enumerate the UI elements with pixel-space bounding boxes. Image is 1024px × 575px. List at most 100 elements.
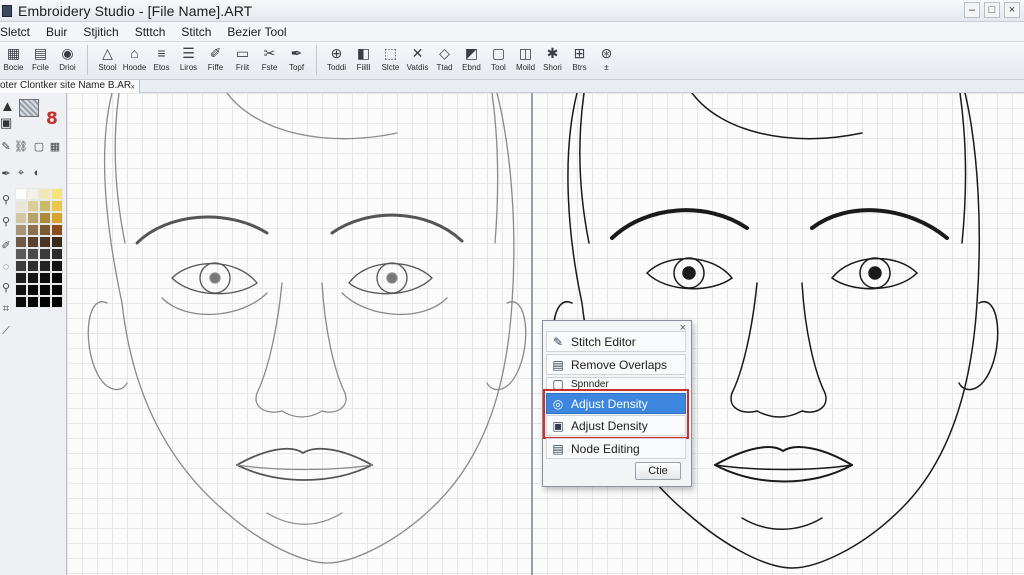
- toolbar-button-btrs[interactable]: ⊞ Btrs: [566, 45, 593, 79]
- palette-swatch[interactable]: [39, 224, 51, 236]
- close-button[interactable]: ×: [1004, 2, 1020, 18]
- palette-swatch[interactable]: [15, 260, 27, 272]
- palette-swatch[interactable]: [39, 296, 51, 308]
- palette-swatch[interactable]: [15, 212, 27, 224]
- palette-swatch[interactable]: [51, 224, 63, 236]
- toolbar-button-fcile[interactable]: ▤ Fcile: [27, 45, 54, 79]
- palette-swatch[interactable]: [27, 260, 39, 272]
- menu-bezier-tool[interactable]: Bezier Tool: [223, 25, 290, 39]
- toolbar-button-vatdis[interactable]: ✕ Vatdis: [404, 45, 431, 79]
- eyedropper-icon[interactable]: ⌖: [14, 167, 28, 180]
- palette-swatch[interactable]: [15, 248, 27, 260]
- menu-stitch-1[interactable]: Stjitich: [79, 25, 122, 39]
- toolbar-button-drioi[interactable]: ◉ Drioi: [54, 45, 81, 79]
- menu-select[interactable]: Sletct: [0, 25, 34, 39]
- color-picker-icon[interactable]: ◐: [30, 167, 44, 179]
- toolbar-button-fste[interactable]: ✂ Fste: [256, 45, 283, 79]
- pen-tool-icon[interactable]: ✒: [0, 167, 12, 180]
- menu-item-stitch-editor[interactable]: ✎ Stitch Editor: [546, 331, 686, 352]
- palette-swatch[interactable]: [39, 212, 51, 224]
- knife-icon[interactable]: ⟋: [0, 325, 12, 338]
- menu-item-adjust-density-selected[interactable]: ◎ Adjust Density: [546, 393, 686, 414]
- palette-swatch[interactable]: [27, 284, 39, 296]
- toolbar-button-slcte[interactable]: ⬚ Slcte: [377, 45, 404, 79]
- palette-swatch[interactable]: [27, 224, 39, 236]
- menu-stitch-2[interactable]: Stttch: [131, 25, 170, 39]
- palette-swatch[interactable]: [51, 200, 63, 212]
- toolbar-button-moild[interactable]: ◫ Moild: [512, 45, 539, 79]
- toolbar-button-liros[interactable]: ☰ Liros: [175, 45, 202, 79]
- palette-swatch[interactable]: [15, 200, 27, 212]
- minimize-button[interactable]: –: [964, 2, 980, 18]
- palette-swatch[interactable]: [39, 188, 51, 200]
- palette-swatch[interactable]: [15, 236, 27, 248]
- palette-swatch[interactable]: [39, 272, 51, 284]
- palette-swatch[interactable]: [15, 296, 27, 308]
- toolbar-button-tool[interactable]: ▢ Tool: [485, 45, 512, 79]
- palette-swatch[interactable]: [15, 224, 27, 236]
- toolbar-button-fiffe[interactable]: ✐ Fiffe: [202, 45, 229, 79]
- toolbar-button-label: ±: [604, 63, 609, 72]
- dialog-close-button[interactable]: Ctie: [635, 462, 681, 480]
- palette-swatch[interactable]: [39, 200, 51, 212]
- search-icon[interactable]: ⚲: [0, 281, 12, 294]
- magnify-icon[interactable]: ⚲: [0, 193, 12, 206]
- menu-item-remove-overlaps[interactable]: ▤ Remove Overlaps: [546, 354, 686, 375]
- layers-icon: ≡: [157, 45, 166, 61]
- toolbar-button-ttad[interactable]: ◇ Ttad: [431, 45, 458, 79]
- palette-swatch[interactable]: [15, 272, 27, 284]
- palette-swatch[interactable]: [51, 212, 63, 224]
- palette-swatch[interactable]: [39, 284, 51, 296]
- toolbar-button-label: Drioi: [59, 63, 76, 72]
- palette-swatch[interactable]: [39, 248, 51, 260]
- palette-swatch[interactable]: [27, 248, 39, 260]
- fill-pattern-icon[interactable]: ▦: [48, 140, 62, 153]
- document-tab[interactable]: oter Clontker site Name B.ARₓ: [0, 80, 140, 93]
- save-icon[interactable]: ▣: [0, 115, 12, 131]
- palette-swatch[interactable]: [51, 260, 63, 272]
- brush-icon[interactable]: ✐: [0, 239, 12, 252]
- palette-swatch[interactable]: [51, 188, 63, 200]
- palette-swatch[interactable]: [51, 296, 63, 308]
- link-icon[interactable]: ⛓: [14, 140, 28, 153]
- lasso-icon[interactable]: ◌: [0, 261, 12, 273]
- node-tool-icon[interactable]: ⌗: [0, 303, 12, 316]
- fill-bucket-icon[interactable]: ▲: [0, 98, 15, 115]
- toolbar-button-friit[interactable]: ▭ Friit: [229, 45, 256, 79]
- toolbar-button-stool[interactable]: △ Stool: [94, 45, 121, 79]
- pencil-icon[interactable]: ✎: [0, 140, 12, 153]
- palette-swatch[interactable]: [51, 284, 63, 296]
- pattern-swatch-button[interactable]: [19, 99, 39, 117]
- palette-swatch[interactable]: [27, 296, 39, 308]
- toolbar-button-toddi[interactable]: ⊕ Toddi: [323, 45, 350, 79]
- palette-swatch[interactable]: [51, 272, 63, 284]
- toolbar-button-hoode[interactable]: ⌂ Hoode: [121, 45, 148, 79]
- menu-build[interactable]: Buir: [42, 25, 71, 39]
- toolbar-button-label: Shori: [543, 63, 562, 72]
- toolbar-button-shori[interactable]: ✱ Shori: [539, 45, 566, 79]
- toolbar-button-fiilll[interactable]: ◧ Fiilll: [350, 45, 377, 79]
- palette-swatch[interactable]: [39, 236, 51, 248]
- toolbar-button-etos[interactable]: ≡ Etos: [148, 45, 175, 79]
- toolbar-button-bocie[interactable]: ▦ Bocie: [0, 45, 27, 79]
- rectangle-icon[interactable]: ▢: [32, 140, 46, 153]
- menu-item-node-editing[interactable]: ▤ Node Editing: [546, 438, 686, 459]
- menu-item-spinner[interactable]: ▢ Spnnder: [546, 377, 686, 391]
- palette-swatch[interactable]: [15, 188, 27, 200]
- toolbar-button-ebnd[interactable]: ◩ Ebnd: [458, 45, 485, 79]
- palette-swatch[interactable]: [51, 236, 63, 248]
- palette-swatch[interactable]: [51, 248, 63, 260]
- zoom-icon[interactable]: ⚲: [0, 215, 12, 228]
- toolbar-button-±[interactable]: ⊛ ±: [593, 45, 620, 79]
- menu-item-adjust-density[interactable]: ▣ Adjust Density: [546, 415, 686, 436]
- palette-swatch[interactable]: [15, 284, 27, 296]
- palette-swatch[interactable]: [39, 260, 51, 272]
- palette-swatch[interactable]: [27, 236, 39, 248]
- palette-swatch[interactable]: [27, 212, 39, 224]
- palette-swatch[interactable]: [27, 200, 39, 212]
- palette-swatch[interactable]: [27, 188, 39, 200]
- maximize-button[interactable]: □: [984, 2, 1000, 18]
- menu-stitch-3[interactable]: Stitch: [177, 25, 215, 39]
- toolbar-button-topf[interactable]: ✒ Topf: [283, 45, 310, 79]
- palette-swatch[interactable]: [27, 272, 39, 284]
